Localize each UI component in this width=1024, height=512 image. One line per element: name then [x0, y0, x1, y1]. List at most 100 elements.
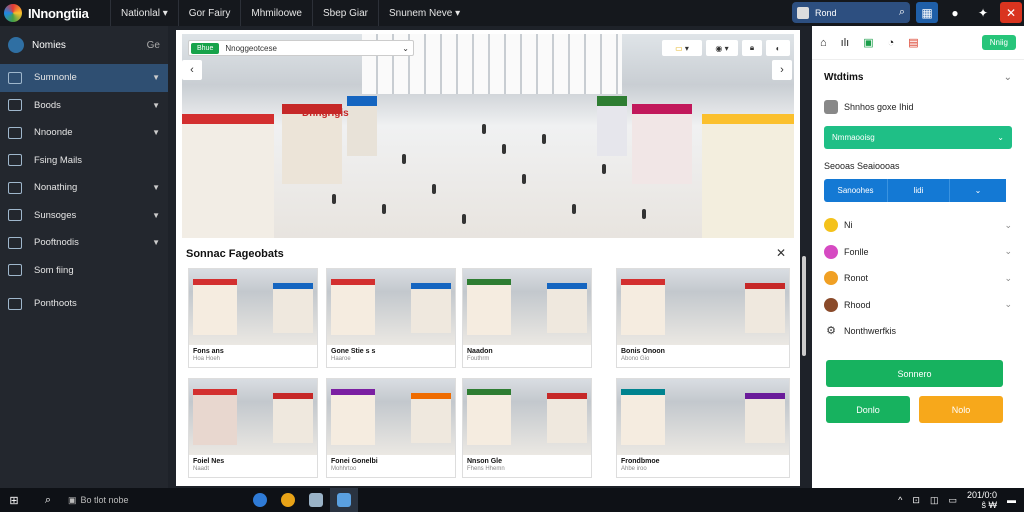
location-bar[interactable]: Bhue Nnoggeotcese ⌄ [188, 40, 414, 56]
top-nav-item[interactable]: Sbep Giar [311, 0, 378, 26]
segment-button[interactable]: Sanoohes [824, 179, 888, 202]
app-logo[interactable]: INnongtiia [0, 4, 110, 22]
option-icon [824, 271, 838, 286]
sidebar-item-label: Sumnonle [34, 72, 77, 84]
taskbar: ⊞ ⌕ ▣ Bo tlot nobe ^ ⊡ ◫ ▭ 201/0:0 ŝ ₩ ▬ [0, 488, 1024, 512]
card-caption: Fons ans [193, 348, 224, 355]
category-tag[interactable]: Bhue [191, 42, 220, 54]
sidebar-item-nnoonde[interactable]: Nnoonde ▼ [0, 119, 168, 147]
calendar-icon[interactable]: ▦ [916, 2, 938, 23]
chat-icon[interactable]: ● [944, 2, 966, 23]
option-row[interactable]: Rhood ⌄ [812, 292, 1024, 319]
chevron-down-icon: ▼ [152, 128, 160, 138]
related-panel: Sonnac Fageobats ✕ Fons ans Hoa Hoeh Gone… [176, 240, 800, 486]
taskbar-search[interactable]: ▣ Bo tlot nobe [62, 490, 182, 510]
battery-icon[interactable]: ▭ [948, 495, 957, 506]
sidebar-item-sunsoges[interactable]: Sunsoges ▼ [0, 202, 168, 230]
search-box[interactable]: Rond ⌕ [792, 2, 910, 23]
result-card[interactable]: Foiel Nes Naadt [188, 378, 318, 478]
folder-control[interactable]: ▭ ▾ [662, 40, 702, 56]
layers-icon [8, 181, 22, 194]
compass-control[interactable]: ◉ ▾ [706, 40, 738, 56]
top-nav-item[interactable]: Mhmiloowe [240, 0, 312, 26]
flag-icon[interactable]: ▤ [908, 36, 918, 49]
result-card[interactable]: Fons ans Hoa Hoeh [188, 268, 318, 368]
option-row[interactable]: ⚙ Nonthwerfkis [812, 318, 1024, 345]
scrollbar[interactable] [802, 256, 806, 356]
option-row[interactable]: Ronot ⌄ [812, 265, 1024, 292]
lock-icon[interactable]: 🔒︎ [742, 40, 762, 56]
result-card[interactable]: Naadon Fouthrm [462, 268, 592, 368]
hero-image: Dhngrigis Bhue Nnoggeotcese ⌄ ▭ ▾ ◉ ▾ 🔒︎… [182, 34, 794, 238]
close-icon[interactable]: ✕ [776, 246, 786, 260]
option-row[interactable]: Ni ⌄ [812, 212, 1024, 239]
chevron-up-icon[interactable]: ^ [898, 495, 902, 505]
option-label: Rhood [844, 299, 871, 310]
sidebar-header-action[interactable]: Ge [147, 40, 160, 51]
top-nav-item[interactable]: Nationlal ▾ [110, 0, 178, 26]
section-header[interactable]: Wtdtims ⌄ [812, 62, 1024, 92]
result-card[interactable]: Nnson Gle Fhens Hhemn [462, 378, 592, 478]
top-nav-item[interactable]: Snunem Neve ▾ [378, 0, 470, 26]
search-icon[interactable]: ⌕ [38, 490, 58, 510]
chevron-down-icon: ⌄ [1004, 272, 1012, 283]
sidebar-item-label: Boods [34, 99, 61, 111]
top-nav-item[interactable]: Gor Fairy [177, 0, 241, 26]
select-dropdown[interactable]: Nmmaooisg ⌄ [824, 126, 1012, 149]
option-row[interactable]: Fonlle ⌄ [812, 239, 1024, 266]
storefront [182, 114, 274, 238]
result-card[interactable]: Fonei Gonelbi Mohhrtoo [326, 378, 456, 478]
result-card[interactable]: Gone Stie s s Haaroe [326, 268, 456, 368]
sidebar-item-nonathing[interactable]: Nonathing ▼ [0, 174, 168, 202]
close-icon[interactable]: ✕ [1000, 2, 1022, 23]
sidebar-item-fsing-mails[interactable]: Fsing Mails [0, 147, 168, 175]
toolbar-action-button[interactable]: Nniig [981, 35, 1016, 50]
secondary-button[interactable]: Donlo [826, 396, 910, 423]
search-icon[interactable]: ⌕ [899, 6, 905, 19]
primary-button[interactable]: Sonnero [826, 360, 1003, 387]
segment-button[interactable]: lidi [888, 179, 950, 202]
sheet-icon[interactable]: ▣ [863, 36, 873, 49]
app-icon[interactable] [330, 488, 358, 512]
prev-arrow-icon[interactable]: ‹ [182, 60, 202, 80]
result-card[interactable]: Bonis Onoon Abono Gio [616, 268, 790, 368]
card-caption: Gone Stie s s [331, 348, 376, 355]
chrome-icon[interactable] [274, 488, 302, 512]
card-caption: Naadon [467, 348, 493, 355]
avatar[interactable]: ◐ [766, 40, 790, 56]
network-icon[interactable]: ⊡ [912, 495, 920, 506]
tag-icon[interactable]: ◔ [888, 37, 895, 49]
option-icon [824, 297, 838, 312]
next-arrow-icon[interactable]: › [772, 60, 792, 80]
chevron-down-icon: ▼ [152, 210, 160, 220]
taskbar-search-label: Bo tlot nobe [80, 495, 129, 505]
sidebar-item-ponthoots[interactable]: Ponthoots [0, 290, 168, 318]
route-icon [8, 209, 22, 222]
sidebar-header: Nomies Ge [0, 26, 168, 64]
volume-icon[interactable]: ◫ [930, 495, 939, 506]
result-card[interactable]: Frondbmoe Ahbe iroo [616, 378, 790, 478]
sidebar-item-boods[interactable]: Boods ▼ [0, 92, 168, 120]
sidebar-item-pooftnodis[interactable]: Pooftnodis ▼ [0, 229, 168, 257]
card-image [463, 269, 591, 345]
chevron-down-icon[interactable]: ⌄ [950, 179, 1006, 202]
mail-icon [8, 126, 22, 139]
explorer-icon[interactable] [302, 488, 330, 512]
sidebar-item-label: Nonathing [34, 182, 78, 194]
sidebar-item-sumnonle[interactable]: Sumnonle ▼ [0, 64, 168, 92]
home-icon[interactable]: ⌂ [820, 37, 827, 49]
edge-icon[interactable] [246, 488, 274, 512]
chevron-down-icon[interactable]: ⌄ [402, 44, 409, 53]
card-image [463, 379, 591, 455]
chevron-down-icon: ⌄ [1004, 299, 1012, 310]
puzzle-icon[interactable]: ✦ [972, 2, 994, 23]
windows-start-icon[interactable]: ⊞ [4, 490, 24, 510]
sidebar-item-som-fiing[interactable]: Som fiing [0, 257, 168, 285]
warning-button[interactable]: Nolo [919, 396, 1003, 423]
clock-date: ŝ ₩ [981, 500, 998, 510]
clock[interactable]: 201/0:0 ŝ ₩ [967, 490, 997, 510]
option-label: Nonthwerfkis [844, 326, 897, 337]
chart-icon[interactable]: ılı [841, 37, 850, 49]
notification-icon[interactable]: ▬ [1007, 495, 1016, 505]
avatar [824, 100, 838, 114]
